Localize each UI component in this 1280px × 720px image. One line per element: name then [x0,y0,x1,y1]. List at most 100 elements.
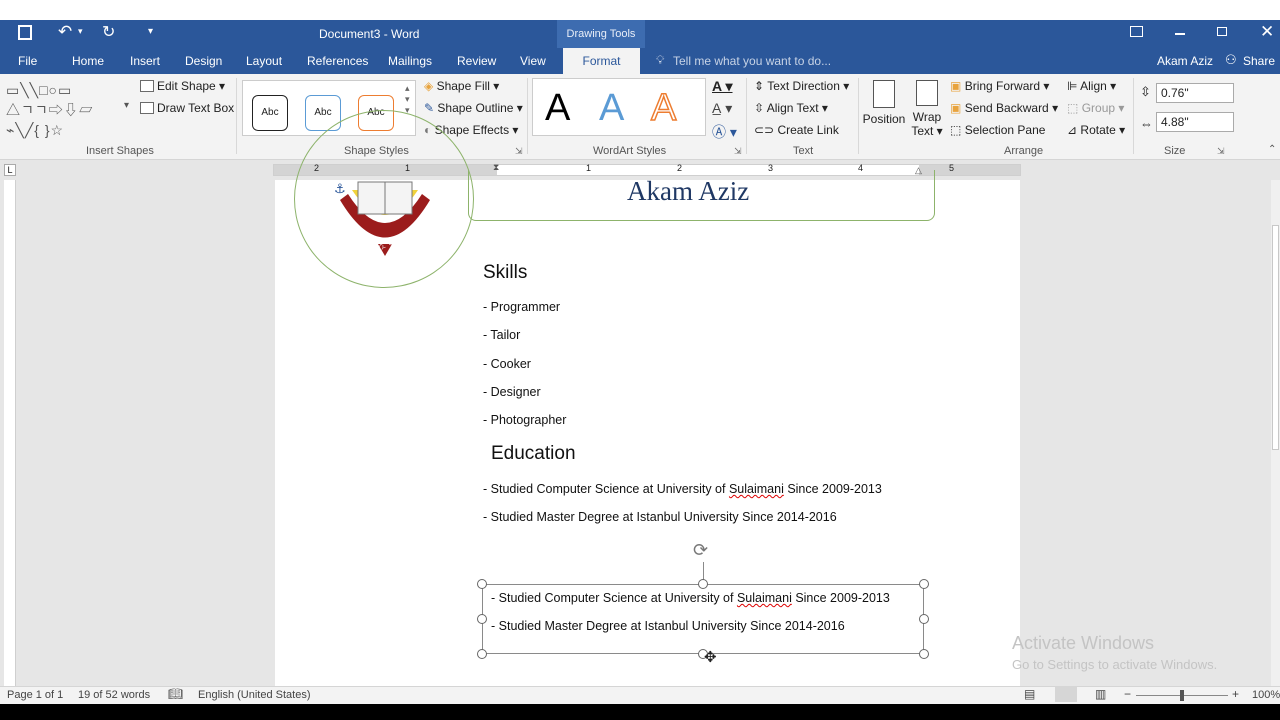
shape-height-input[interactable]: 0.76" [1156,83,1234,103]
shape-styles-launcher-icon[interactable]: ⇲ [515,146,523,157]
shape-height-icon: ⇳ [1140,84,1151,99]
tab-layout[interactable]: Layout [246,54,282,68]
share-button[interactable]: Share [1243,54,1275,68]
draw-text-box-button[interactable]: Draw Text Box [140,101,234,115]
pencil-icon: ✎ [424,101,435,115]
anchor-icon[interactable]: ⚓︎ [334,181,346,197]
tell-me-box[interactable]: Tell me what you want to do... [673,54,831,68]
skill-item: - Cooker [483,357,531,371]
resize-handle-tl[interactable] [477,579,487,589]
education-heading: Education [491,443,576,464]
wordart-blue[interactable]: A [599,87,624,130]
resize-handle-mr[interactable] [919,614,929,624]
shape-fill-button[interactable]: ◈ Shape Fill ▾ [424,79,499,93]
vertical-scrollbar[interactable] [1271,180,1280,686]
position-icon [873,80,895,108]
language-status[interactable]: English (United States) [198,689,311,701]
ribbon-options-icon[interactable] [1130,26,1143,37]
tab-design[interactable]: Design [185,54,222,68]
education-text: Since 2009-2013 [783,482,882,496]
customize-qat-icon[interactable]: ▾ [148,26,153,37]
redo-icon[interactable]: ↻ [102,22,115,42]
align-text-label: Align Text [766,101,819,115]
tab-mailings[interactable]: Mailings [388,54,432,68]
proofing-icon[interactable]: 📖︎ [168,687,183,701]
resize-handle-br[interactable] [919,649,929,659]
text-outline-icon[interactable]: A̲ ▾ [712,100,732,117]
tab-selector[interactable]: L [4,164,16,176]
rotate-handle-icon[interactable]: ⟳ [693,540,708,561]
scroll-thumb[interactable] [1272,225,1279,450]
zoom-level[interactable]: 100% [1252,689,1280,701]
send-backward-label: Send Backward [964,101,1049,115]
shapes-more-icon[interactable]: ▾ [124,100,129,111]
share-person-icon[interactable]: ⚇ [1225,52,1237,68]
undo-dropdown-icon[interactable]: ▾ [78,26,83,37]
wordart-black[interactable]: A [545,87,570,130]
resize-handle-bl[interactable] [477,649,487,659]
undo-icon[interactable]: ↶ [58,22,72,42]
arrange-label: Arrange [1004,145,1044,157]
gallery-scroll-icon[interactable]: ▴ ▾ ▾ [405,83,410,116]
paint-bucket-icon: ◈ [424,79,434,93]
style-preset-black[interactable]: Abc [252,95,288,131]
resize-handle-ml[interactable] [477,614,487,624]
save-icon[interactable] [18,25,32,40]
page-count[interactable]: Page 1 of 1 [7,689,63,701]
shape-width-input[interactable]: 4.88" [1156,112,1234,132]
wrap-text-button[interactable]: Wrap Text ▾ [908,78,946,138]
resize-handle-tr[interactable] [919,579,929,589]
user-name[interactable]: Akam Aziz [1157,54,1213,68]
read-mode-icon[interactable]: ▤ [1024,687,1035,701]
selection-pane-button[interactable]: ⬚ Selection Pane [950,123,1045,137]
misspelled-word[interactable]: Sulaimani [737,591,792,605]
textbox-text: Since 2009-2013 [791,591,890,605]
shape-fill-label: Shape Fill [436,79,490,93]
shape-outline-button[interactable]: ✎ Shape Outline ▾ [424,101,523,115]
vertical-ruler[interactable] [4,180,16,686]
tab-view[interactable]: View [520,54,546,68]
text-direction-icon: ⇕ [754,79,765,93]
bring-forward-button[interactable]: ▣ Bring Forward ▾ [950,79,1049,93]
tab-home[interactable]: Home [72,54,104,68]
text-fill-icon[interactable]: A ▾ [712,78,733,95]
tab-review[interactable]: Review [457,54,496,68]
collapse-ribbon-icon[interactable]: ⌃ [1268,144,1276,155]
minimize-icon[interactable] [1175,33,1185,35]
zoom-in-icon[interactable]: + [1232,687,1239,701]
text-effects-icon[interactable]: Ⓐ ▾ [712,122,737,142]
edit-shape-button[interactable]: Edit Shape ▾ [140,79,225,93]
print-layout-icon[interactable] [1055,686,1077,702]
shapes-gallery[interactable]: ▭╲╲□○▭ △ㄱㄱ⇨⇩▱ ⌁╲╱{ }☆ [6,80,126,138]
close-icon[interactable]: ✕ [1260,22,1274,42]
align-text-button[interactable]: ⇳ Align Text ▾ [754,101,828,115]
wordart-launcher-icon[interactable]: ⇲ [734,146,742,157]
zoom-slider-thumb[interactable] [1180,690,1184,701]
shape-width-icon: ⇔ [1140,116,1153,131]
tab-format[interactable]: Format [563,48,640,74]
wordart-orange[interactable]: A [650,86,677,130]
text-direction-button[interactable]: ⇕ Text Direction ▾ [754,79,849,93]
rotate-button[interactable]: ⊿ Rotate ▾ [1067,123,1125,137]
word-count[interactable]: 19 of 52 words [78,689,150,701]
tab-insert[interactable]: Insert [130,54,160,68]
web-layout-icon[interactable]: ▥ [1095,687,1106,701]
size-launcher-icon[interactable]: ⇲ [1217,146,1225,157]
skills-heading: Skills [483,262,528,283]
send-backward-button[interactable]: ▣ Send Backward ▾ [950,101,1058,115]
position-button[interactable]: Position [862,78,906,126]
skill-item: - Designer [483,385,541,399]
textbox-line: - Studied Computer Science at University… [491,591,890,605]
group-button[interactable]: ⬚ Group ▾ [1067,101,1124,115]
misspelled-word[interactable]: Sulaimani [729,482,784,496]
restore-icon[interactable] [1217,27,1227,36]
resize-handle-tm[interactable] [698,579,708,589]
tab-file[interactable]: File [18,54,37,68]
document-page[interactable]: UNIVERSITY OF RAPARIN ⚓︎ Akam Aziz Skill… [275,110,1020,686]
shape-icons[interactable]: ▭╲╲□○▭ △ㄱㄱ⇨⇩▱ ⌁╲╱{ }☆ [6,82,94,138]
align-button[interactable]: ⊫ Align ▾ [1067,79,1116,93]
zoom-out-icon[interactable]: − [1124,687,1131,701]
create-link-button[interactable]: ⊂⊃ Create Link [754,123,839,137]
tab-references[interactable]: References [307,54,368,68]
ribbon-tabs: File Home Insert Design Layout Reference… [0,48,1280,74]
